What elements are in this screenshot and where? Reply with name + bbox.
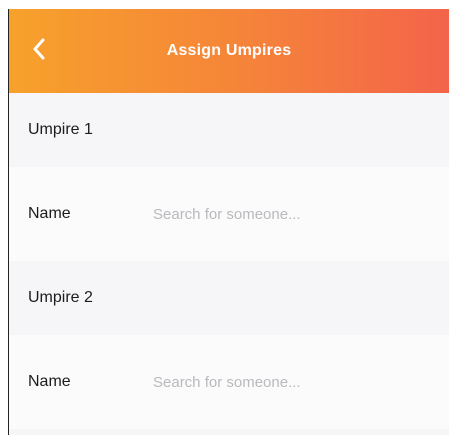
umpire-2-search-input[interactable]	[153, 365, 423, 399]
nav-header: Assign Umpires	[9, 9, 449, 93]
section-header-umpire-2: Umpire 2	[9, 261, 449, 335]
section-label: Umpire 2	[28, 289, 93, 306]
umpire-1-search-input[interactable]	[153, 197, 423, 231]
section-label: Umpire 1	[28, 121, 93, 138]
section-header-umpire-1: Umpire 1	[9, 93, 449, 167]
field-label: Name	[28, 373, 71, 390]
name-row-umpire-2: Name	[9, 335, 449, 429]
field-label: Name	[28, 205, 71, 222]
app-screen: Assign Umpires Umpire 1 Name Umpire 2 Na…	[8, 9, 449, 435]
page-title: Assign Umpires	[166, 42, 292, 59]
name-row-umpire-1: Name	[9, 167, 449, 261]
